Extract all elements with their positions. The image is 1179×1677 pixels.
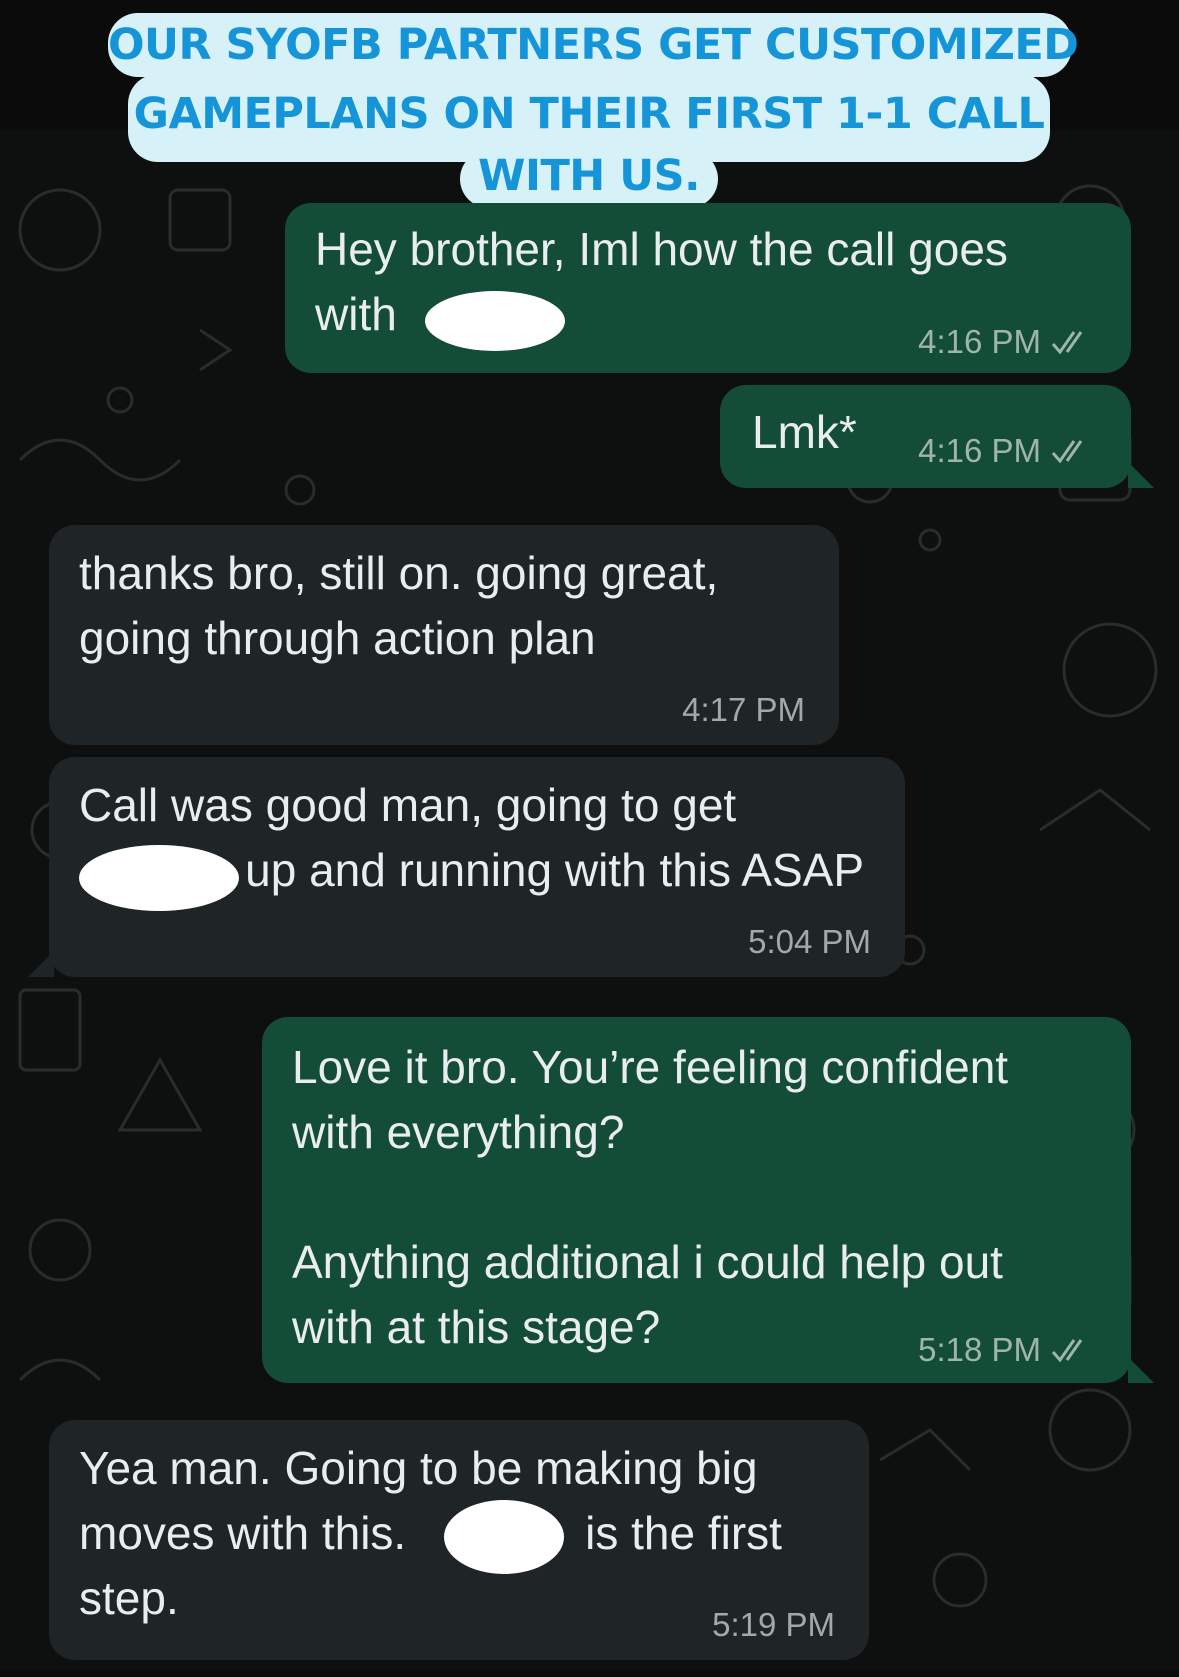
redaction-blob bbox=[79, 845, 239, 911]
message-time: 4:17 PM bbox=[682, 691, 805, 728]
message-bubble-outgoing[interactable]: Love it bro. You’re feeling confident wi… bbox=[262, 1017, 1131, 1383]
promo-caption: GAMEPLANS ON THEIR FIRST 1-1 CALL OUR SY… bbox=[0, 0, 1179, 210]
redaction-blob bbox=[444, 1500, 564, 1574]
message-meta: 5:18 PM bbox=[918, 1331, 1097, 1369]
message-time: 5:04 PM bbox=[748, 923, 871, 960]
message-time: 4:16 PM bbox=[918, 432, 1041, 469]
caption-line-2: GAMEPLANS ON THEIR FIRST 1-1 CALL bbox=[128, 74, 1050, 162]
message-meta: 5:19 PM bbox=[712, 1606, 835, 1644]
message-bubble-outgoing[interactable]: Hey brother, Iml how the call goes with … bbox=[285, 203, 1131, 373]
bubble-tail bbox=[28, 951, 54, 977]
message-bubble-incoming[interactable]: Call was good man, going to get up and r… bbox=[49, 757, 905, 977]
read-double-check-icon bbox=[1051, 331, 1083, 355]
message-bubble-incoming[interactable]: thanks bro, still on. going great, going… bbox=[49, 525, 839, 745]
caption-line-1: OUR SYOFB PARTNERS GET CUSTOMIZED bbox=[108, 13, 1079, 77]
message-meta: 4:17 PM bbox=[682, 691, 805, 729]
message-time: 5:19 PM bbox=[712, 1606, 835, 1643]
message-bubble-outgoing[interactable]: Lmk* 4:16 PM bbox=[720, 385, 1131, 488]
message-time: 5:18 PM bbox=[918, 1331, 1041, 1368]
read-double-check-icon bbox=[1051, 440, 1083, 464]
message-time: 4:16 PM bbox=[918, 323, 1041, 360]
message-meta: 5:04 PM bbox=[748, 923, 871, 961]
message-text: Yea man. Going to be making big moves wi… bbox=[79, 1442, 782, 1624]
read-double-check-icon bbox=[1051, 1339, 1083, 1363]
message-text: Love it bro. You’re feeling confident wi… bbox=[292, 1041, 1009, 1353]
message-text: thanks bro, still on. going great, going… bbox=[79, 547, 719, 664]
bubble-tail bbox=[1128, 1357, 1154, 1383]
message-text: Lmk* bbox=[752, 406, 857, 458]
message-meta: 4:16 PM bbox=[918, 432, 1097, 470]
message-meta: 4:16 PM bbox=[918, 323, 1097, 361]
caption-line-3: WITH US. bbox=[460, 150, 718, 208]
bubble-tail bbox=[1128, 462, 1154, 488]
redaction-blob bbox=[425, 291, 565, 351]
message-bubble-incoming[interactable]: Yea man. Going to be making big moves wi… bbox=[49, 1420, 869, 1660]
message-text: Hey brother, Iml how the call goes with bbox=[315, 223, 1008, 340]
